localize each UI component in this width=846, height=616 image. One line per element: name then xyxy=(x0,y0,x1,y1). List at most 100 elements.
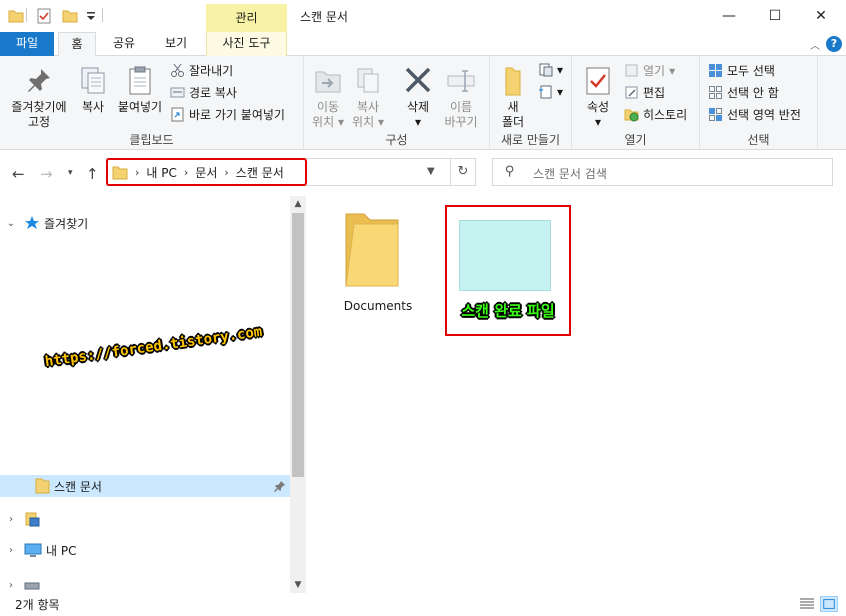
new-item-icon xyxy=(539,63,553,77)
copy-to-icon xyxy=(357,68,379,93)
history-icon xyxy=(624,109,639,122)
select-group: 모두 선택 선택 안 함 선택 영역 반전 선택 xyxy=(700,56,818,150)
folder-icon xyxy=(35,478,50,494)
copy-icon xyxy=(81,67,105,94)
select-all-icon xyxy=(709,64,722,77)
easy-access-button[interactable]: ▾ xyxy=(538,84,563,99)
rename-icon xyxy=(447,70,475,92)
ribbon: 즐겨찾기에 고정 복사 붙여넣기 잘라내기 경로 복사 바로 가기 붙여넣기 클… xyxy=(0,56,846,150)
close-button[interactable]: ✕ xyxy=(798,0,844,31)
copy-to-button[interactable]: 복사 위치 ▾ xyxy=(350,66,386,130)
new-folder-icon[interactable] xyxy=(62,8,78,24)
scroll-down-icon[interactable]: ▼ xyxy=(290,577,306,593)
chevron-right-icon[interactable]: › xyxy=(4,545,18,556)
select-none-button[interactable]: 선택 안 함 xyxy=(708,84,779,101)
nav-scrollbar[interactable]: ▲ ▼ xyxy=(290,196,306,593)
invert-selection-icon xyxy=(709,108,722,121)
search-icon: ⚲ xyxy=(505,164,515,179)
paste-shortcut-icon xyxy=(171,107,184,122)
refresh-icon: ↻ xyxy=(457,164,469,179)
invert-selection-button[interactable]: 선택 영역 반전 xyxy=(708,106,801,123)
minimize-icon: — xyxy=(722,7,736,24)
copy-path-button[interactable]: 경로 복사 xyxy=(170,84,237,101)
select-all-button[interactable]: 모두 선택 xyxy=(708,62,775,79)
delete-button[interactable]: 삭제 ▾ xyxy=(400,66,436,130)
new-group: 새 폴더 ▾ ▾ 새로 만들기 xyxy=(490,56,572,150)
open-button[interactable]: 열기 ▾ xyxy=(624,62,675,79)
large-icons-view-icon[interactable] xyxy=(820,596,838,612)
organize-group: 이동 위치 ▾ 복사 위치 ▾ 삭제 ▾ 이름 바꾸기 구성 xyxy=(304,56,490,150)
divider xyxy=(102,8,103,22)
history-button[interactable]: 히스토리 xyxy=(624,106,687,123)
chevron-right-icon[interactable]: › xyxy=(4,514,18,525)
tree-item-scan-folder[interactable]: 스캔 문서 xyxy=(0,475,290,497)
close-icon: ✕ xyxy=(815,7,827,24)
copy-button[interactable]: 복사 xyxy=(76,66,110,115)
cut-button[interactable]: 잘라내기 xyxy=(170,62,233,79)
file-highlight-box xyxy=(445,205,571,336)
delete-icon xyxy=(405,67,431,93)
search-placeholder: 스캔 문서 검색 xyxy=(533,167,607,181)
move-to-icon xyxy=(315,71,341,93)
tab-manage[interactable]: 관리 xyxy=(206,4,287,32)
paste-icon xyxy=(129,66,151,95)
computer-icon xyxy=(24,543,42,557)
collapse-ribbon-icon[interactable]: ︿ xyxy=(810,37,820,52)
folder-icon xyxy=(345,213,399,287)
folder-icon xyxy=(8,10,24,23)
tree-item-this-pc[interactable]: › 내 PC xyxy=(0,539,290,561)
maximize-button[interactable]: ☐ xyxy=(752,0,798,31)
pin-icon xyxy=(28,69,50,92)
chevron-down-icon[interactable]: ⌄ xyxy=(4,218,18,229)
recent-locations-icon[interactable]: ▾ xyxy=(68,168,73,178)
forward-icon[interactable]: → xyxy=(40,165,53,183)
maximize-icon: ☐ xyxy=(768,7,782,24)
rename-button[interactable]: 이름 바꾸기 xyxy=(440,66,482,130)
address-history-dropdown-icon[interactable]: ▼ xyxy=(427,166,435,177)
pin-to-quick-access-button[interactable]: 즐겨찾기에 고정 xyxy=(6,66,72,130)
new-folder-button[interactable]: 새 폴더 xyxy=(496,66,530,130)
details-view-icon[interactable] xyxy=(798,596,816,612)
tab-share[interactable]: 공유 xyxy=(104,32,144,56)
search-box[interactable]: ⚲ 스캔 문서 검색 xyxy=(492,158,833,186)
chevron-right-icon[interactable]: › xyxy=(4,580,18,591)
up-icon[interactable]: ↑ xyxy=(86,165,99,183)
folder-label: Documents xyxy=(343,299,413,313)
open-group-label: 열기 xyxy=(624,133,647,147)
paste-shortcut-button[interactable]: 바로 가기 붙여넣기 xyxy=(170,106,285,123)
properties-button[interactable]: 속성 ▾ xyxy=(580,66,616,130)
tab-view[interactable]: 보기 xyxy=(152,32,200,56)
tree-item-quick-access[interactable]: ⌄ 즐겨찾기 xyxy=(0,212,290,234)
drive-icon xyxy=(25,512,40,527)
tab-picture-tools[interactable]: 사진 도구 xyxy=(206,32,287,56)
pin-icon xyxy=(274,481,285,492)
customize-toolbar-icon[interactable] xyxy=(86,8,96,24)
new-folder-icon xyxy=(505,67,521,96)
file-list: Documents 스캔 완료 파일 xyxy=(306,196,846,593)
address-highlight-box xyxy=(106,158,307,186)
help-icon[interactable]: ? xyxy=(826,36,842,52)
back-icon[interactable]: ← xyxy=(12,165,25,183)
paste-button[interactable]: 붙여넣기 xyxy=(114,66,166,115)
move-to-button[interactable]: 이동 위치 ▾ xyxy=(310,66,346,130)
minimize-button[interactable]: — xyxy=(706,0,752,31)
easy-access-icon xyxy=(539,85,552,99)
scroll-up-icon[interactable]: ▲ xyxy=(290,196,306,212)
tab-file[interactable]: 파일 xyxy=(0,32,54,56)
properties-icon[interactable] xyxy=(36,8,52,24)
item-count: 2개 항목 xyxy=(15,598,60,612)
copy-path-icon xyxy=(170,87,185,98)
tab-home[interactable]: 홈 xyxy=(58,32,96,57)
new-item-button[interactable]: ▾ xyxy=(538,62,563,77)
divider xyxy=(26,8,27,22)
scrollbar-thumb[interactable] xyxy=(292,213,304,477)
edit-button[interactable]: 편집 xyxy=(624,84,665,101)
refresh-button[interactable]: ↻ xyxy=(450,158,476,186)
navigation-pane: ⌄ 즐겨찾기 스캔 문서 › › 내 PC › ▲ ▼ xyxy=(0,196,306,593)
open-group: 속성 ▾ 열기 ▾ 편집 히스토리 열기 xyxy=(572,56,700,150)
tree-item-network-drive[interactable]: › xyxy=(0,508,290,530)
open-icon xyxy=(625,64,638,77)
title-bar: 관리 스캔 문서 — ☐ ✕ xyxy=(0,0,846,32)
new-group-label: 새로 만들기 xyxy=(500,133,560,147)
properties-icon xyxy=(586,67,610,95)
